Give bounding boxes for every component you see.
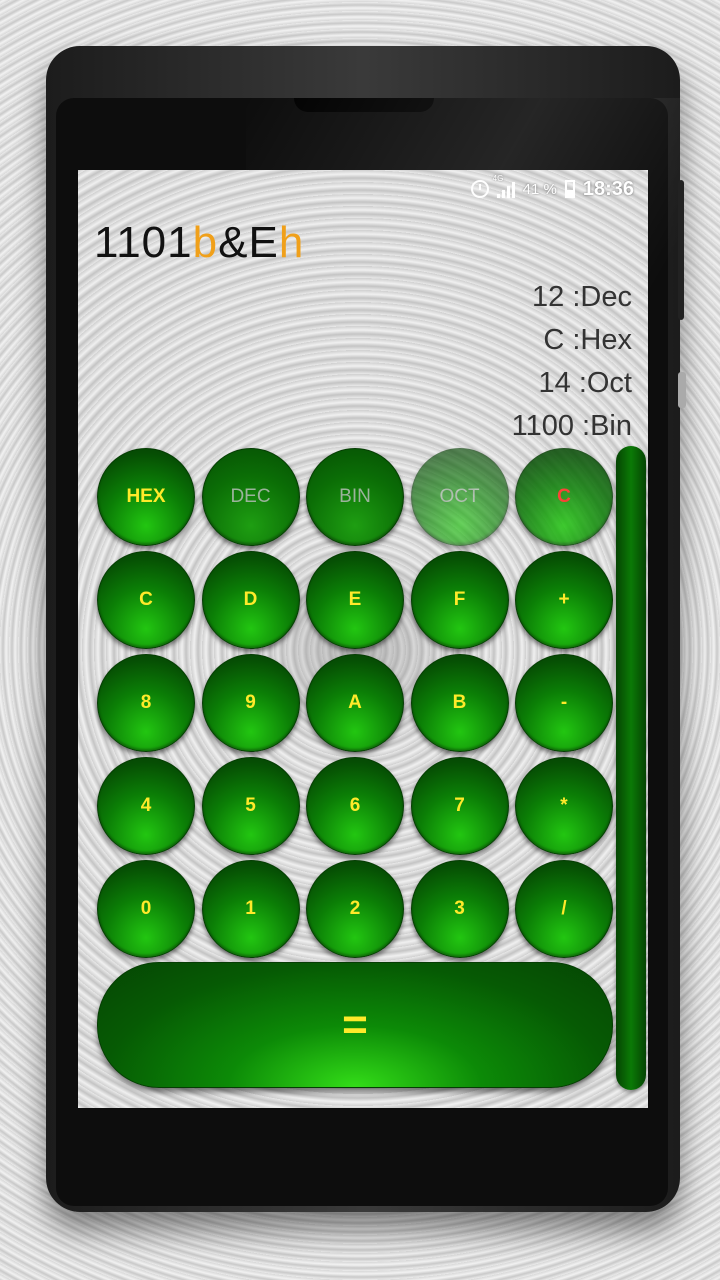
dec-mode-button[interactable]: DEC: [201, 448, 300, 546]
signal-icon: 4G: [493, 174, 515, 198]
key-2[interactable]: 2: [306, 860, 404, 958]
oct-mode-button[interactable]: OCT: [410, 448, 509, 546]
equals-button[interactable]: =: [97, 962, 613, 1088]
subtract-button[interactable]: -: [515, 654, 613, 752]
title-accent: b: [192, 218, 219, 267]
key-a[interactable]: A: [306, 654, 404, 752]
key-d[interactable]: D: [201, 551, 300, 649]
status-bar: 4G 41 % 18:36: [78, 170, 648, 208]
result-hex: C :Hex: [543, 324, 632, 356]
result-oct: 14 :Oct: [538, 367, 633, 399]
volume-side-button: [678, 372, 686, 408]
conversion-results: 12 :Dec C :Hex 14 :Oct 1100 :Bin: [512, 276, 632, 448]
key-c[interactable]: C: [97, 551, 195, 649]
key-f[interactable]: F: [410, 551, 509, 649]
key-3[interactable]: 3: [410, 860, 509, 958]
multiply-button[interactable]: *: [515, 757, 613, 855]
divide-button[interactable]: /: [515, 860, 613, 958]
title-accent: h: [278, 218, 305, 267]
screen: 4G 41 % 18:36 1101b&Eh 12 :Dec C :Hex 14…: [78, 170, 648, 1108]
key-6[interactable]: 6: [306, 757, 404, 855]
key-4[interactable]: 4: [97, 757, 195, 855]
key-9[interactable]: 9: [201, 654, 300, 752]
status-time: 18:36: [582, 177, 634, 200]
battery-percent: 41 %: [522, 180, 557, 198]
scrollbar[interactable]: [616, 446, 646, 1090]
battery-icon: [564, 180, 575, 198]
result-dec: 12 :Dec: [532, 281, 632, 313]
title-part: 1101: [94, 218, 193, 267]
speaker-grille: [294, 98, 434, 112]
clear-button[interactable]: C: [515, 448, 613, 546]
result-bin: 1100 :Bin: [511, 410, 632, 442]
alarm-icon: [470, 180, 489, 198]
key-0[interactable]: 0: [97, 860, 195, 958]
key-5[interactable]: 5: [201, 757, 300, 855]
key-e[interactable]: E: [306, 551, 404, 649]
key-8[interactable]: 8: [97, 654, 195, 752]
bin-mode-button[interactable]: BIN: [306, 448, 404, 546]
title-part: &E: [218, 218, 279, 267]
key-b[interactable]: B: [410, 654, 509, 752]
key-7[interactable]: 7: [410, 757, 509, 855]
hex-mode-button[interactable]: HEX: [97, 448, 195, 546]
network-type-label: 4G: [492, 174, 504, 183]
power-side-button: [678, 180, 684, 320]
add-button[interactable]: +: [515, 551, 613, 649]
key-1[interactable]: 1: [201, 860, 300, 958]
app-title: 1101b&Eh: [94, 218, 304, 268]
